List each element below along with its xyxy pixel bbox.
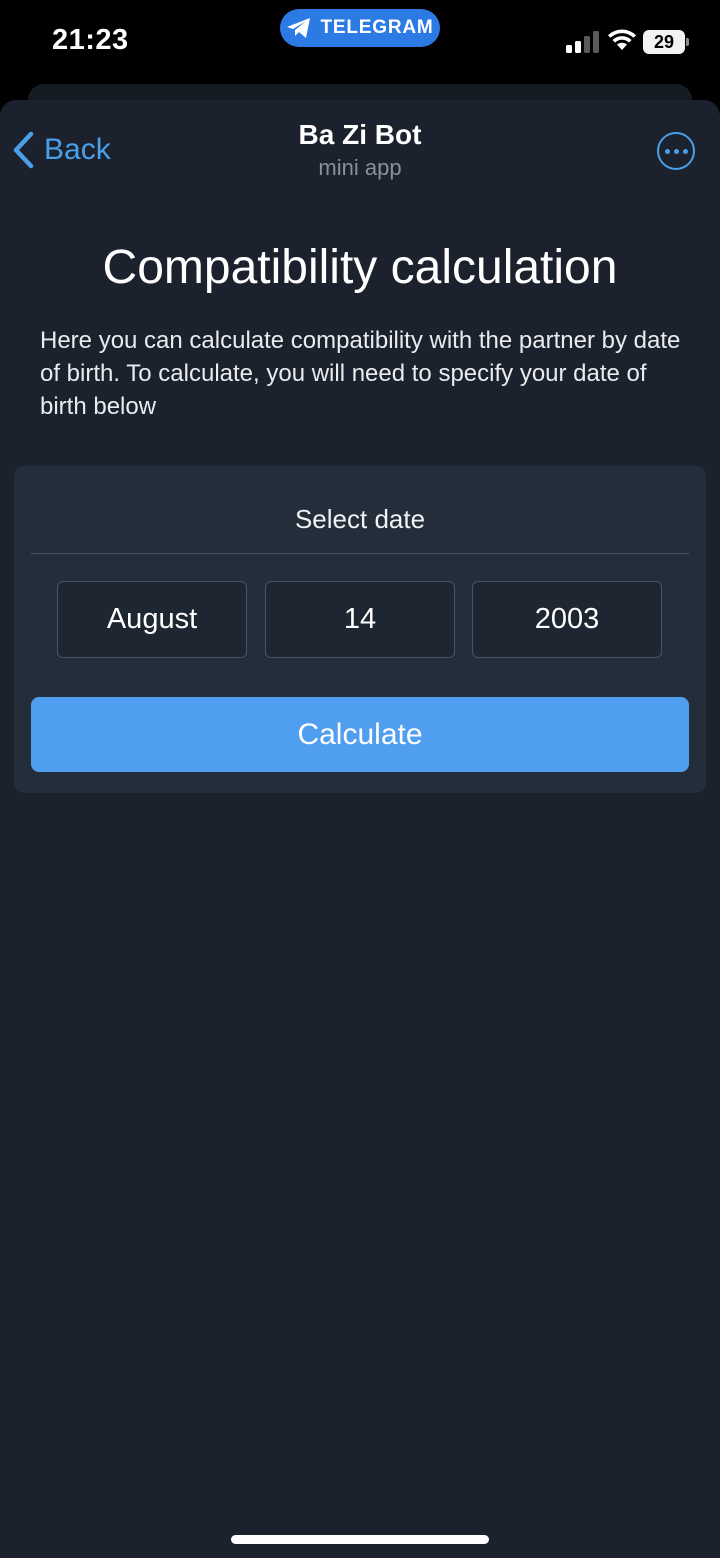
bot-title: Ba Zi Bot: [298, 119, 422, 150]
telegram-pill-label: TELEGRAM: [320, 17, 434, 38]
page-title: Compatibility calculation: [102, 241, 618, 294]
cellular-signal-icon: [566, 31, 599, 53]
page-description: Here you can calculate compatibility wit…: [40, 327, 681, 420]
divider: [31, 553, 689, 554]
select-date-label: Select date: [294, 504, 426, 534]
bot-subtitle: mini app: [318, 155, 402, 180]
battery-level: 29: [653, 31, 675, 52]
more-button[interactable]: [657, 132, 695, 170]
telegram-pill[interactable]: TELEGRAM: [280, 9, 440, 47]
mini-app-sheet: [0, 100, 720, 1558]
home-indicator[interactable]: [231, 1535, 489, 1544]
battery-icon: 29: [643, 30, 689, 54]
status-time: 21:23: [52, 24, 129, 56]
telegram-icon: [287, 18, 311, 38]
status-bar: 21:23 TELEGRAM 29: [0, 0, 720, 84]
year-select[interactable]: 2003: [472, 581, 662, 658]
battery-body: 29: [643, 30, 685, 54]
month-select[interactable]: August: [57, 581, 247, 658]
day-select[interactable]: 14: [265, 581, 455, 658]
battery-tip: [686, 38, 689, 46]
calculate-button[interactable]: Calculate: [31, 697, 689, 772]
date-picker-card: Select date August 14 2003 Calculate: [14, 466, 706, 793]
wifi-icon: [608, 29, 636, 50]
more-icon: [664, 148, 688, 154]
